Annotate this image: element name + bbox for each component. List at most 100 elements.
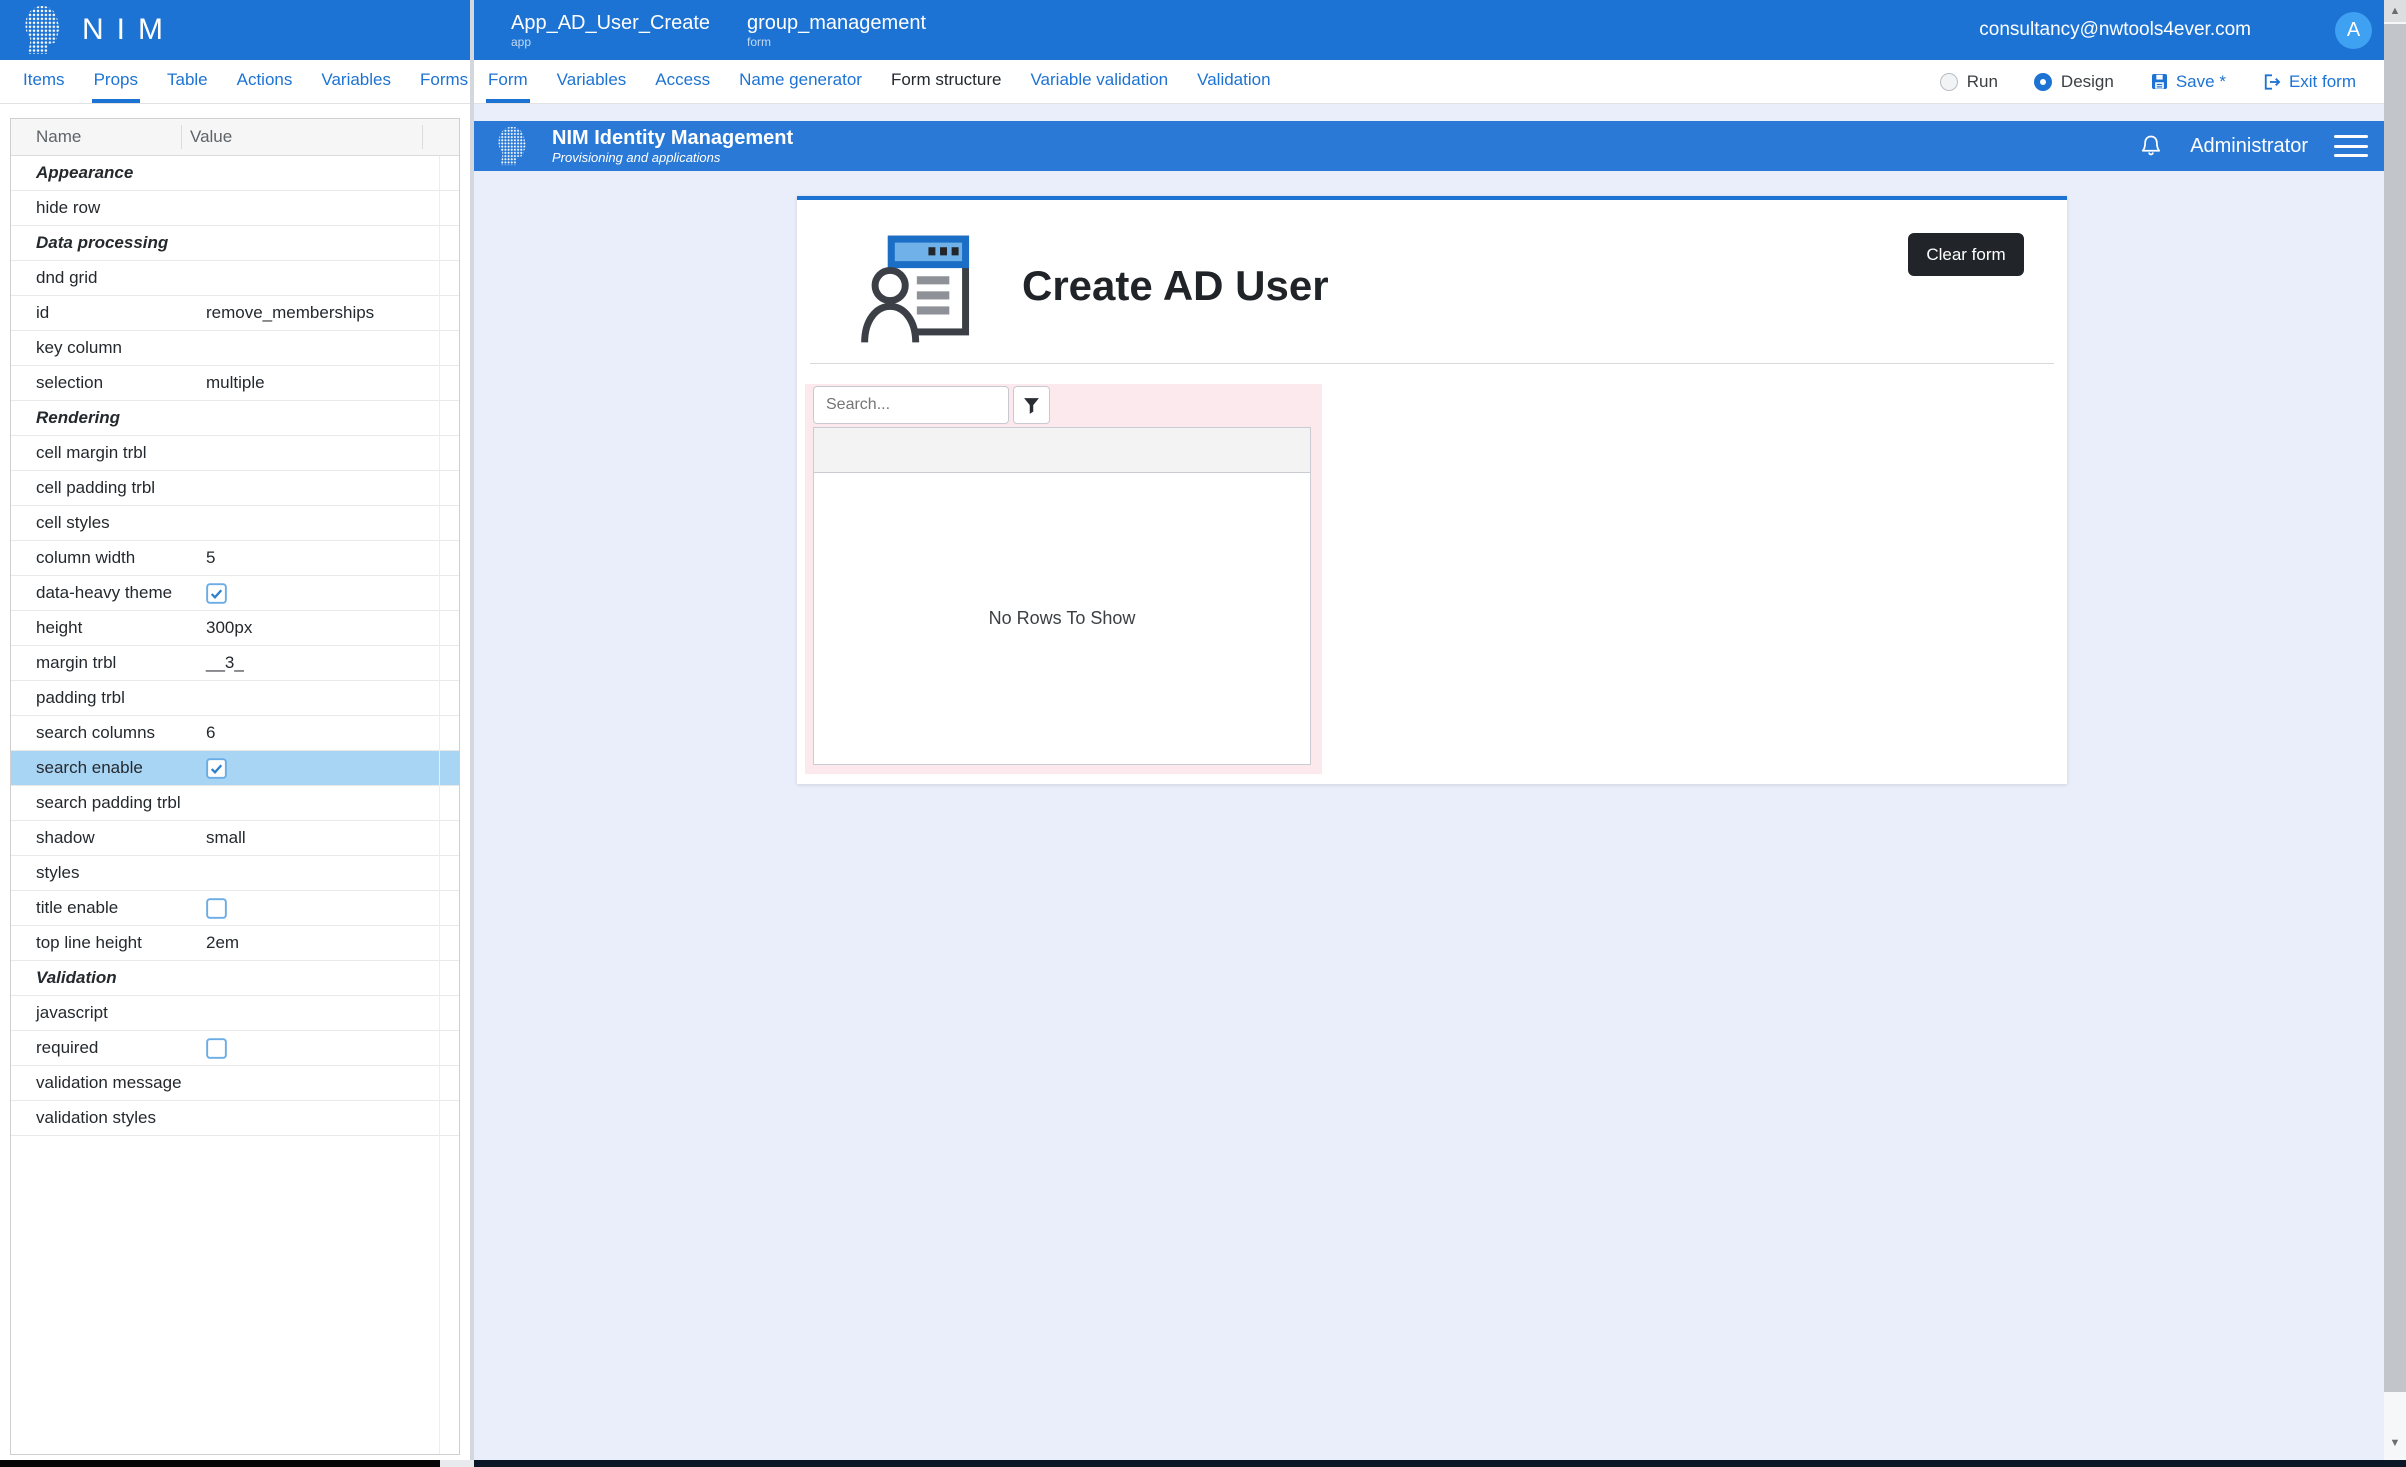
tab-main-form-structure[interactable]: Form structure (889, 60, 1004, 103)
property-value[interactable] (181, 758, 459, 779)
tab-main-access[interactable]: Access (653, 60, 712, 103)
tab-left-items[interactable]: Items (21, 60, 67, 103)
properties-header-row: Name Value (11, 119, 459, 156)
property-section-data-processing[interactable]: Data processing (11, 226, 459, 261)
left-tabbar: Items Props Table Actions Variables Forms (0, 60, 470, 104)
property-name: search columns (11, 723, 181, 743)
property-name: cell margin trbl (11, 443, 181, 463)
tab-left-variables[interactable]: Variables (319, 60, 393, 103)
design-radio-group[interactable]: Design (2034, 72, 2114, 92)
property-section-rendering[interactable]: Rendering (11, 401, 459, 436)
tab-main-name-generator[interactable]: Name generator (737, 60, 864, 103)
filter-button[interactable] (1013, 386, 1050, 424)
property-row-cell-padding-trbl[interactable]: cell padding trbl (11, 471, 459, 506)
column-header-value[interactable]: Value (181, 125, 422, 149)
tab-left-props[interactable]: Props (92, 60, 140, 103)
property-name: Appearance (11, 163, 459, 183)
property-row-search-columns[interactable]: search columns6 (11, 716, 459, 751)
property-row-title-enable[interactable]: title enable (11, 891, 459, 926)
property-row-height[interactable]: height300px (11, 611, 459, 646)
property-row-validation-styles[interactable]: validation styles (11, 1101, 459, 1136)
table-field-block: No Rows To Show (805, 384, 1322, 774)
property-row-data-heavy-theme[interactable]: data-heavy theme (11, 576, 459, 611)
menu-burger-icon[interactable] (2334, 135, 2368, 157)
scroll-up-arrow[interactable]: ▲ (2384, 0, 2406, 22)
save-button[interactable]: Save * (2150, 72, 2226, 92)
data-grid: No Rows To Show (813, 427, 1311, 765)
property-name: top line height (11, 933, 181, 953)
property-row-shadow[interactable]: shadowsmall (11, 821, 459, 856)
run-label: Run (1967, 72, 1998, 92)
property-section-appearance[interactable]: Appearance (11, 156, 459, 191)
notifications-bell-icon[interactable] (2138, 133, 2164, 159)
property-row-key-column[interactable]: key column (11, 331, 459, 366)
property-row-search-enable[interactable]: search enable (11, 751, 459, 786)
property-row-javascript[interactable]: javascript (11, 996, 459, 1031)
property-row-required[interactable]: required (11, 1031, 459, 1066)
exit-form-label: Exit form (2289, 72, 2356, 92)
property-name: shadow (11, 828, 181, 848)
property-value[interactable] (181, 898, 459, 919)
property-row-margin-trbl[interactable]: margin trbl__3_ (11, 646, 459, 681)
property-name: search padding trbl (11, 793, 181, 813)
property-row-hide-row[interactable]: hide row (11, 191, 459, 226)
property-row-id[interactable]: idremove_memberships (11, 296, 459, 331)
grid-header-row[interactable] (814, 428, 1310, 473)
design-label: Design (2061, 72, 2114, 92)
tab-left-forms[interactable]: Forms (418, 60, 470, 103)
scrollbar-thumb[interactable] (2384, 24, 2406, 1392)
exit-form-button[interactable]: Exit form (2262, 72, 2356, 92)
preview-user-label[interactable]: Administrator (2190, 135, 2308, 158)
property-name: validation message (11, 1073, 182, 1093)
tab-main-validation[interactable]: Validation (1195, 60, 1272, 103)
property-section-validation[interactable]: Validation (11, 961, 459, 996)
tab-left-table[interactable]: Table (165, 60, 210, 103)
property-row-column-width[interactable]: column width5 (11, 541, 459, 576)
property-row-dnd-grid[interactable]: dnd grid (11, 261, 459, 296)
tab-main-variables[interactable]: Variables (555, 60, 629, 103)
property-row-padding-trbl[interactable]: padding trbl (11, 681, 459, 716)
tab-main-variable-validation[interactable]: Variable validation (1028, 60, 1170, 103)
tab-left-actions[interactable]: Actions (235, 60, 295, 103)
nim-logo-icon (494, 126, 528, 166)
form-card: Create AD User Clear form No Rows To Sho… (797, 196, 2067, 784)
property-name: validation styles (11, 1108, 181, 1128)
property-name: cell styles (11, 513, 181, 533)
property-name: height (11, 618, 181, 638)
property-row-validation-message[interactable]: validation message (11, 1066, 459, 1101)
vertical-scrollbar[interactable]: ▲ ▼ (2384, 0, 2406, 1460)
run-radio[interactable] (1940, 73, 1958, 91)
tab-main-form[interactable]: Form (486, 60, 530, 103)
property-name: Validation (11, 968, 459, 988)
property-row-cell-styles[interactable]: cell styles (11, 506, 459, 541)
scroll-down-arrow[interactable]: ▼ (2384, 1432, 2406, 1454)
property-name: key column (11, 338, 181, 358)
avatar[interactable]: A (2335, 12, 2372, 49)
property-value: __3_ (181, 653, 459, 673)
bottom-scroll-strip[interactable] (0, 1460, 2406, 1467)
search-input[interactable] (813, 386, 1009, 424)
property-row-cell-margin-trbl[interactable]: cell margin trbl (11, 436, 459, 471)
property-name: selection (11, 373, 181, 393)
properties-gutter-line (439, 156, 440, 1454)
app-window: NIM App_AD_User_Create app group_managem… (0, 0, 2406, 1467)
property-row-selection[interactable]: selectionmultiple (11, 366, 459, 401)
save-label: Save * (2176, 72, 2226, 92)
property-value[interactable] (181, 583, 459, 604)
form-title: Create AD User (1022, 262, 1329, 310)
form-entity[interactable]: group_management form (747, 11, 926, 49)
app-entity[interactable]: App_AD_User_Create app (511, 11, 710, 49)
app-entity-title: App_AD_User_Create (511, 11, 710, 35)
property-row-top-line-height[interactable]: top line height2em (11, 926, 459, 961)
run-radio-group[interactable]: Run (1940, 72, 1998, 92)
property-name: cell padding trbl (11, 478, 181, 498)
property-name: dnd grid (11, 268, 181, 288)
grid-body: No Rows To Show (814, 473, 1310, 764)
column-header-name[interactable]: Name (11, 127, 181, 147)
property-row-search-padding-trbl[interactable]: search padding trbl (11, 786, 459, 821)
property-name: Data processing (11, 233, 459, 253)
property-row-styles[interactable]: styles (11, 856, 459, 891)
clear-form-button[interactable]: Clear form (1908, 233, 2024, 276)
property-value[interactable] (181, 1038, 459, 1059)
design-radio[interactable] (2034, 73, 2052, 91)
